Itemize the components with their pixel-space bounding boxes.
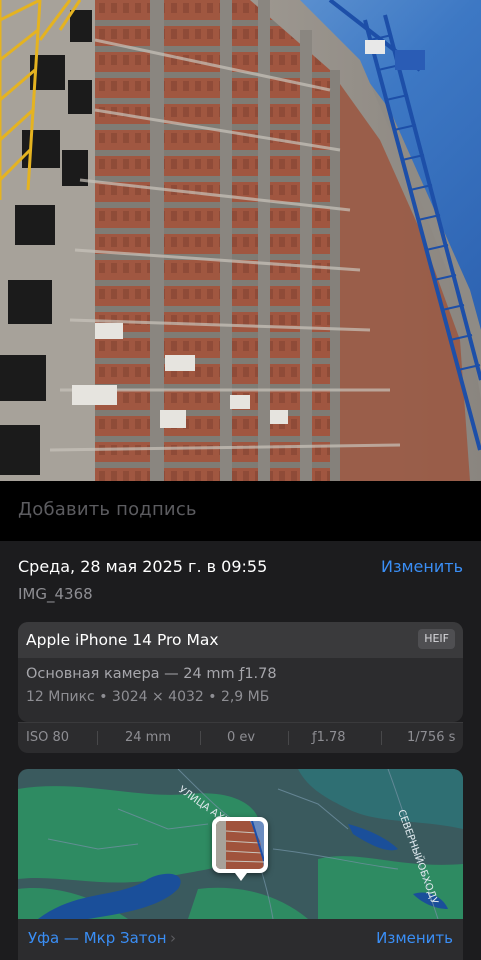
exif-aperture: ƒ1.78 (312, 730, 346, 745)
caption-input[interactable]: Добавить подпись (18, 499, 197, 520)
exif-divider (97, 731, 98, 745)
exif-focal-length: 24 mm (125, 730, 172, 745)
exif-shutter-speed: 1/756 s (407, 730, 456, 745)
edit-date-button[interactable]: Изменить (381, 557, 463, 576)
exif-divider (381, 731, 382, 745)
construction-photo (0, 0, 481, 481)
location-name-link[interactable]: Уфа — Мкр Затон (28, 929, 167, 947)
exif-divider (288, 731, 289, 745)
device-card-body: Основная камера — 24 mm ƒ1.78 12 Мпикс •… (18, 658, 463, 722)
photo-filename: IMG_4368 (18, 585, 93, 603)
photo-date: Среда, 28 мая 2025 г. в 09:55 (18, 557, 268, 576)
format-badge: HEIF (418, 629, 455, 649)
device-card-header: Apple iPhone 14 Pro Max HEIF (18, 622, 463, 658)
camera-lens: Основная камера — 24 mm ƒ1.78 (26, 666, 277, 682)
photo-thumbnail (216, 821, 264, 869)
photo-viewer[interactable] (0, 0, 481, 481)
image-specs: 12 Мпикс • 3024 × 4032 • 2,9 МБ (26, 689, 270, 705)
exif-row: ISO 80 24 mm 0 ev ƒ1.78 1/756 s (18, 722, 463, 753)
device-info-card: Apple iPhone 14 Pro Max HEIF Основная ка… (18, 622, 463, 722)
chevron-right-icon: › (170, 929, 176, 947)
exif-iso: ISO 80 (26, 730, 69, 745)
device-name: Apple iPhone 14 Pro Max (26, 631, 219, 649)
exif-divider (200, 731, 201, 745)
map-photo-pin[interactable] (212, 817, 268, 873)
exif-exposure-value: 0 ev (227, 730, 256, 745)
map-pin-tail (235, 873, 247, 881)
location-bar: Уфа — Мкр Затон › Изменить (18, 919, 463, 960)
edit-location-button[interactable]: Изменить (376, 929, 453, 947)
